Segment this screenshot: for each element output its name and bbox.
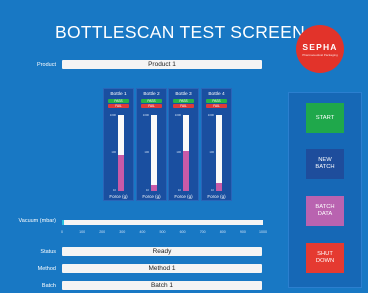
scale-bottom-label: 10 xyxy=(177,188,181,192)
bottle-name: Bottle 4 xyxy=(208,92,225,97)
fail-indicator: FAIL xyxy=(108,104,129,108)
vacuum-tick-label: 1000 xyxy=(259,230,267,234)
scale-top-label: 1000 xyxy=(142,113,149,117)
bottle-name: Bottle 3 xyxy=(175,92,192,97)
fail-label: FAIL xyxy=(115,104,122,108)
scale-top-label: 1000 xyxy=(207,113,214,117)
vacuum-tick-label: 100 xyxy=(79,230,86,234)
batch-data-button[interactable]: BATCH DATA xyxy=(306,196,344,226)
force-gauge-fill xyxy=(118,154,124,191)
force-label: Force (g) xyxy=(109,194,128,199)
vacuum-tick-label: 300 xyxy=(119,230,126,234)
pass-label: PASS xyxy=(179,99,188,103)
fail-indicator: FAIL xyxy=(173,104,194,108)
scale-mid-label: 100 xyxy=(111,150,116,154)
force-gauge xyxy=(151,115,157,191)
batch-field[interactable]: Batch 1 xyxy=(62,281,262,290)
method-label: Method xyxy=(37,266,56,272)
fail-label: FAIL xyxy=(180,104,187,108)
scale-mid-label: 100 xyxy=(176,150,181,154)
vacuum-tick-label: 700 xyxy=(199,230,206,234)
status-field: Ready xyxy=(62,247,262,256)
vacuum-tick-label: 500 xyxy=(159,230,166,234)
logo-text: SEPHA xyxy=(302,41,338,52)
vacuum-tick-label: 800 xyxy=(219,230,226,234)
scale-mid-label: 100 xyxy=(144,150,149,154)
scale-top-label: 1000 xyxy=(174,113,181,117)
force-gauge xyxy=(216,115,222,191)
scale-top-label: 1000 xyxy=(109,113,116,117)
pass-label: PASS xyxy=(147,99,156,103)
vacuum-tick-label: 400 xyxy=(139,230,146,234)
sepha-logo: SEPHA Pharmaceutical Packaging xyxy=(296,25,344,73)
shut-down-button[interactable]: SHUT DOWN xyxy=(306,243,344,273)
pass-indicator: PASS xyxy=(206,99,227,103)
vacuum-gauge-fill xyxy=(62,220,64,225)
vacuum-tick-label: 200 xyxy=(99,230,106,234)
new-batch-button[interactable]: NEW BATCH xyxy=(306,149,344,179)
bottle-name: Bottle 1 xyxy=(110,92,127,97)
vacuum-label: Vacuum (mbar) xyxy=(18,218,57,224)
pass-indicator: PASS xyxy=(141,99,162,103)
scale-mid-label: 100 xyxy=(209,150,214,154)
force-gauge-fill xyxy=(216,183,222,191)
product-field[interactable]: Product 1 xyxy=(62,60,262,69)
pass-indicator: PASS xyxy=(108,99,129,103)
vacuum-tick-label: 600 xyxy=(179,230,186,234)
pass-indicator: PASS xyxy=(173,99,194,103)
scale-bottom-label: 10 xyxy=(145,188,149,192)
fail-indicator: FAIL xyxy=(206,104,227,108)
bottle-panel: Bottle 3 PASS FAIL 1000 100 10 Force (g) xyxy=(168,88,199,201)
method-field[interactable]: Method 1 xyxy=(62,264,262,273)
scale-bottom-label: 10 xyxy=(210,188,214,192)
batch-label: Batch xyxy=(41,283,56,289)
vacuum-tick-label: 0 xyxy=(61,230,63,234)
force-gauge xyxy=(183,115,189,191)
force-label: Force (g) xyxy=(207,194,226,199)
force-gauge-fill xyxy=(151,184,157,191)
vacuum-tick-label: 900 xyxy=(239,230,246,234)
bottle-panel: Bottle 2 PASS FAIL 1000 100 10 Force (g) xyxy=(136,88,167,201)
fail-label: FAIL xyxy=(213,104,220,108)
scale-bottom-label: 10 xyxy=(112,188,116,192)
force-gauge-fill xyxy=(183,151,189,191)
force-label: Force (g) xyxy=(142,194,161,199)
pass-label: PASS xyxy=(212,99,221,103)
start-button[interactable]: START xyxy=(306,103,344,133)
logo-subtext: Pharmaceutical Packaging xyxy=(302,52,338,57)
force-label: Force (g) xyxy=(174,194,193,199)
fail-label: FAIL xyxy=(148,104,155,108)
bottle-name: Bottle 2 xyxy=(143,92,160,97)
pass-label: PASS xyxy=(114,99,123,103)
force-gauge xyxy=(118,115,124,191)
product-label: Product xyxy=(37,62,56,68)
bottle-panel: Bottle 4 PASS FAIL 1000 100 10 Force (g) xyxy=(201,88,232,201)
page-title: BOTTLESCAN TEST SCREEN xyxy=(55,22,306,42)
bottle-panel: Bottle 1 PASS FAIL 1000 100 10 Force (g) xyxy=(103,88,134,201)
status-label: Status xyxy=(40,249,56,255)
fail-indicator: FAIL xyxy=(141,104,162,108)
vacuum-gauge xyxy=(62,220,263,225)
